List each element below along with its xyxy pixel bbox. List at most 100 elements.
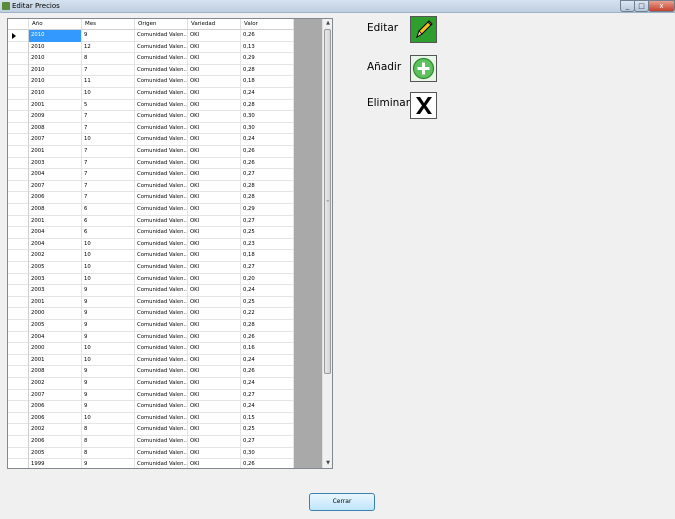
- cell-month[interactable]: 10: [82, 273, 135, 286]
- table-row[interactable]: 2001 5 Comunidad Valen... OKI 0,28: [8, 99, 294, 112]
- table-row[interactable]: 2005 10 Comunidad Valen... OKI 0,27: [8, 262, 294, 274]
- cell-origin[interactable]: Comunidad Valen...: [135, 378, 188, 390]
- table-row[interactable]: 2005 8 Comunidad Valen... OKI 0,30: [8, 447, 294, 460]
- table-row[interactable]: 2001 7 Comunidad Valen... OKI 0,26: [8, 146, 294, 158]
- row-header[interactable]: [8, 343, 29, 355]
- cell-value[interactable]: 0,16: [241, 343, 294, 355]
- cell-year[interactable]: 2006: [29, 412, 82, 425]
- row-header[interactable]: [8, 424, 29, 436]
- cell-variety[interactable]: OKI: [188, 111, 241, 123]
- cell-value[interactable]: 0,28: [241, 64, 294, 77]
- column-header-month[interactable]: Mes: [82, 19, 135, 30]
- row-header[interactable]: [8, 88, 29, 100]
- row-header[interactable]: [8, 53, 29, 65]
- cell-variety[interactable]: OKI: [188, 146, 241, 158]
- cell-month[interactable]: 7: [82, 169, 135, 181]
- cell-year[interactable]: 2007: [29, 180, 82, 193]
- cell-value[interactable]: 0,24: [241, 401, 294, 413]
- table-row[interactable]: 2004 10 Comunidad Valen... OKI 0,23: [8, 238, 294, 251]
- table-row[interactable]: 2003 9 Comunidad Valen... OKI 0,24: [8, 285, 294, 297]
- table-row[interactable]: 2010 12 Comunidad Valen... OKI 0,13: [8, 41, 294, 54]
- row-header[interactable]: [8, 111, 29, 123]
- cell-variety[interactable]: OKI: [188, 99, 241, 112]
- cell-year[interactable]: 2004: [29, 331, 82, 344]
- cell-year[interactable]: 2007: [29, 389, 82, 402]
- row-header[interactable]: [8, 378, 29, 390]
- cell-value[interactable]: 0,20: [241, 273, 294, 286]
- cell-variety[interactable]: OKI: [188, 53, 241, 65]
- column-header-value[interactable]: Valor: [241, 19, 294, 30]
- prices-grid[interactable]: Año Mes Origen Variedad Valor 2010 9 Comun…: [7, 18, 333, 469]
- cell-origin[interactable]: Comunidad Valen...: [135, 88, 188, 100]
- edit-button[interactable]: [410, 16, 437, 43]
- cell-origin[interactable]: Comunidad Valen...: [135, 41, 188, 54]
- table-row[interactable]: 2010 10 Comunidad Valen... OKI 0,24: [8, 88, 294, 100]
- row-header[interactable]: [8, 192, 29, 204]
- cell-origin[interactable]: Comunidad Valen...: [135, 238, 188, 251]
- cell-origin[interactable]: Comunidad Valen...: [135, 180, 188, 193]
- table-row[interactable]: 2006 10 Comunidad Valen... OKI 0,15: [8, 412, 294, 425]
- cell-month[interactable]: 9: [82, 366, 135, 378]
- cell-value[interactable]: 0,15: [241, 412, 294, 425]
- row-header[interactable]: [8, 436, 29, 448]
- cell-variety[interactable]: OKI: [188, 30, 241, 42]
- row-header[interactable]: [8, 30, 29, 42]
- close-button[interactable]: Cerrar: [309, 493, 375, 511]
- cell-year[interactable]: 2004: [29, 227, 82, 239]
- cell-month[interactable]: 7: [82, 146, 135, 158]
- row-header[interactable]: [8, 238, 29, 251]
- cell-variety[interactable]: OKI: [188, 285, 241, 297]
- cell-year[interactable]: 2009: [29, 111, 82, 123]
- row-header[interactable]: [8, 273, 29, 286]
- row-header[interactable]: [8, 447, 29, 460]
- cell-value[interactable]: 0,25: [241, 424, 294, 436]
- cell-variety[interactable]: OKI: [188, 331, 241, 344]
- cell-value[interactable]: 0,28: [241, 180, 294, 193]
- row-header[interactable]: [8, 134, 29, 146]
- cell-origin[interactable]: Comunidad Valen...: [135, 412, 188, 425]
- cell-variety[interactable]: OKI: [188, 238, 241, 251]
- cell-value[interactable]: 0,27: [241, 436, 294, 448]
- cell-month[interactable]: 10: [82, 134, 135, 146]
- cell-variety[interactable]: OKI: [188, 192, 241, 204]
- cell-year[interactable]: 2008: [29, 366, 82, 378]
- cell-origin[interactable]: Comunidad Valen...: [135, 122, 188, 135]
- cell-year[interactable]: 2001: [29, 215, 82, 228]
- cell-value[interactable]: 0,27: [241, 389, 294, 402]
- cell-year[interactable]: 2005: [29, 320, 82, 332]
- cell-month[interactable]: 10: [82, 354, 135, 367]
- cell-variety[interactable]: OKI: [188, 378, 241, 390]
- cell-month[interactable]: 6: [82, 204, 135, 216]
- cell-value[interactable]: 0,24: [241, 354, 294, 367]
- cell-origin[interactable]: Comunidad Valen...: [135, 436, 188, 448]
- cell-year[interactable]: 2005: [29, 447, 82, 460]
- table-row[interactable]: 1999 9 Comunidad Valen... OKI 0,26: [8, 459, 294, 468]
- row-header[interactable]: [8, 169, 29, 181]
- cell-month[interactable]: 9: [82, 378, 135, 390]
- cell-origin[interactable]: Comunidad Valen...: [135, 424, 188, 436]
- table-row[interactable]: 2000 10 Comunidad Valen... OKI 0,16: [8, 343, 294, 355]
- cell-origin[interactable]: Comunidad Valen...: [135, 99, 188, 112]
- cell-year[interactable]: 2010: [29, 64, 82, 77]
- cell-origin[interactable]: Comunidad Valen...: [135, 30, 188, 42]
- cell-value[interactable]: 0,26: [241, 30, 294, 42]
- cell-origin[interactable]: Comunidad Valen...: [135, 134, 188, 146]
- cell-variety[interactable]: OKI: [188, 88, 241, 100]
- row-header[interactable]: [8, 401, 29, 413]
- table-row[interactable]: 2001 9 Comunidad Valen... OKI 0,25: [8, 296, 294, 309]
- cell-month[interactable]: 10: [82, 88, 135, 100]
- cell-year[interactable]: 2004: [29, 238, 82, 251]
- cell-variety[interactable]: OKI: [188, 354, 241, 367]
- cell-year[interactable]: 2002: [29, 378, 82, 390]
- column-header-origin[interactable]: Origen: [135, 19, 188, 30]
- cell-variety[interactable]: OKI: [188, 64, 241, 77]
- cell-variety[interactable]: OKI: [188, 169, 241, 181]
- row-header[interactable]: [8, 204, 29, 216]
- cell-value[interactable]: 0,26: [241, 366, 294, 378]
- cell-month[interactable]: 9: [82, 320, 135, 332]
- row-header[interactable]: [8, 122, 29, 135]
- cell-month[interactable]: 10: [82, 250, 135, 262]
- cell-month[interactable]: 7: [82, 111, 135, 123]
- cell-origin[interactable]: Comunidad Valen...: [135, 285, 188, 297]
- cell-origin[interactable]: Comunidad Valen...: [135, 331, 188, 344]
